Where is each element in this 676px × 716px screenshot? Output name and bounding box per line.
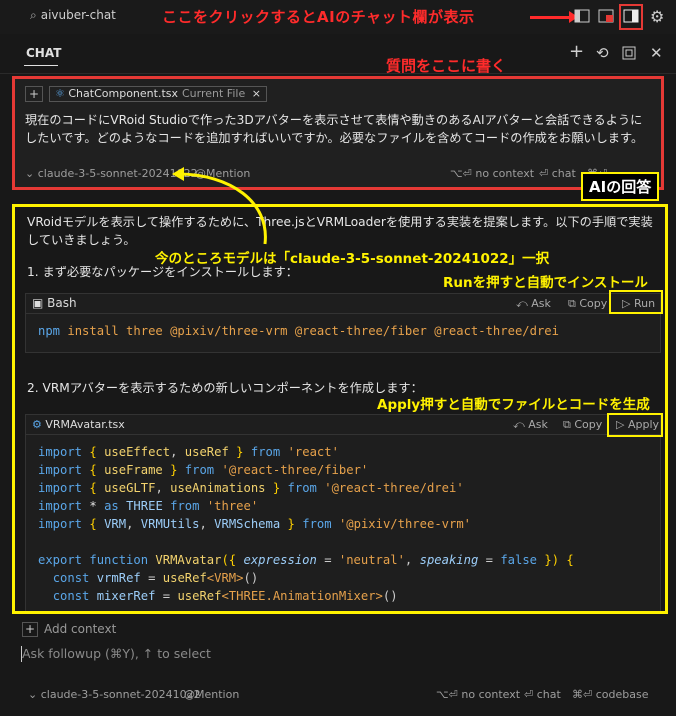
code-line-4: import * as THREE from 'three' bbox=[38, 499, 259, 513]
tab-underline bbox=[24, 65, 58, 66]
add-context-icon[interactable]: + bbox=[25, 86, 43, 102]
react-file-icon: ⚙ bbox=[32, 418, 42, 431]
run-highlight bbox=[609, 290, 663, 314]
composer-chat[interactable]: ⏎ chat bbox=[524, 688, 561, 701]
annotation-question: 質問をここに書く bbox=[386, 57, 507, 75]
new-chat-icon[interactable]: + bbox=[569, 41, 584, 62]
file-chip[interactable]: ⚛ ChatComponent.tsx Current File × bbox=[49, 86, 267, 102]
chat-tab-title[interactable]: CHAT bbox=[26, 46, 61, 60]
tsx-filename: ⚙ VRMAvatar.tsx bbox=[32, 418, 125, 431]
question-footer: ⌄ claude-3-5-sonnet-20241022 @Mention ⌥⏎… bbox=[25, 167, 655, 180]
search-icon: ⌕ bbox=[30, 8, 37, 22]
code-line-7: export function VRMAvatar({ expression =… bbox=[38, 553, 574, 567]
top-bar: ⌕ aivuber-chat ここをクリックするとAIのチャット欄が表示 ⚙ bbox=[0, 0, 676, 34]
plus-icon: + bbox=[22, 622, 38, 637]
code-line-9: const mixerRef = useRef<THREE.AnimationM… bbox=[52, 589, 398, 603]
composer-no-context[interactable]: ⌥⏎ no context bbox=[436, 688, 520, 701]
question-text: 現在のコードにVRoid Studioで作った3Dアバターを表示させて表情や動き… bbox=[25, 113, 644, 145]
annotation-curve-arrow bbox=[172, 167, 267, 245]
answer-intro: VRoidモデルを表示して操作するために、Three.jsとVRMLoaderを… bbox=[27, 215, 653, 247]
tsx-code-block: ⚙ VRMAvatar.tsx ⤺ Ask ⧉ Copy ▷ Apply imp… bbox=[25, 414, 661, 611]
npm-command: npm install three @pixiv/three-vrm @reac… bbox=[38, 324, 559, 338]
composer-model-selector[interactable]: ⌄ claude-3-5-sonnet-20241022 bbox=[28, 688, 201, 701]
tsx-code-header: ⚙ VRMAvatar.tsx ⤺ Ask ⧉ Copy ▷ Apply bbox=[26, 415, 660, 435]
composer-codebase[interactable]: ⌘⏎ codebase bbox=[572, 688, 648, 701]
maximize-icon[interactable] bbox=[622, 46, 636, 60]
composer-mention[interactable]: @Mention bbox=[184, 688, 239, 701]
bash-code-header: ▣ Bash ⤺ Ask ⧉ Copy ▷ Run bbox=[26, 294, 660, 314]
close-icon[interactable]: ✕ bbox=[650, 44, 663, 62]
history-icon[interactable]: ⟲ bbox=[596, 44, 609, 62]
copy-button[interactable]: ⧉ Copy bbox=[568, 297, 607, 311]
code-line-1: import { useEffect, useRef } from 'react… bbox=[38, 445, 339, 459]
add-context-button[interactable]: + Add context bbox=[22, 622, 116, 637]
annotation-run-note: Runを押すと自動でインストール bbox=[443, 275, 648, 291]
bash-label: ▣ Bash bbox=[32, 296, 77, 310]
code-line-3: import { useGLTF, useAnimations } from '… bbox=[38, 481, 464, 495]
code-line-5: import { VRM, VRMUtils, VRMSchema } from… bbox=[38, 517, 472, 531]
layout-sidebar-left-icon[interactable] bbox=[574, 9, 590, 23]
answer-box: VRoidモデルを表示して操作するために、Three.jsとVRMLoaderを… bbox=[12, 204, 668, 614]
annotation-arrow bbox=[530, 11, 578, 23]
annotation-answer: AIの回答 bbox=[581, 172, 660, 201]
followup-input[interactable]: Ask followup (⌘Y), ↑ to select bbox=[22, 646, 211, 661]
no-context-button[interactable]: ⌥⏎ no context bbox=[450, 167, 534, 180]
apply-highlight bbox=[607, 413, 663, 437]
layout-panel-icon[interactable] bbox=[598, 9, 614, 23]
gear-icon[interactable]: ⚙ bbox=[650, 7, 664, 26]
code-line-8: const vrmRef = useRef<VRM>() bbox=[52, 571, 259, 585]
ask-button[interactable]: ⤺ Ask bbox=[516, 297, 551, 311]
file-chip-name: ChatComponent.tsx bbox=[68, 87, 178, 100]
question-box[interactable]: + ⚛ ChatComponent.tsx Current File × 現在のコ… bbox=[12, 76, 664, 190]
bash-code-block: ▣ Bash ⤺ Ask ⧉ Copy ▷ Run npm install th… bbox=[25, 293, 661, 353]
remove-chip-icon[interactable]: × bbox=[252, 87, 261, 100]
answer-step1: 1. まず必要なパッケージをインストールします： bbox=[27, 265, 298, 279]
code-line-2: import { useFrame } from '@react-three/f… bbox=[38, 463, 369, 477]
react-icon: ⚛ bbox=[55, 87, 65, 100]
chat-button[interactable]: ⏎ chat bbox=[539, 167, 576, 180]
file-chip-sub: Current File bbox=[182, 87, 246, 100]
answer-step2: 2. VRMアバターを表示するための新しいコンポーネントを作成します： bbox=[27, 381, 423, 395]
copy-button-2[interactable]: ⧉ Copy bbox=[563, 418, 602, 432]
toggle-highlight bbox=[619, 4, 643, 30]
search-text: aivuber-chat bbox=[40, 8, 116, 22]
annotation-top: ここをクリックするとAIのチャット欄が表示 bbox=[162, 8, 475, 26]
chat-header: CHAT + ⟲ ✕ bbox=[0, 34, 676, 74]
terminal-icon: ▣ bbox=[32, 296, 44, 310]
command-search[interactable]: ⌕ aivuber-chat bbox=[30, 8, 116, 23]
annotation-apply-note: Apply押すと自動でファイルとコードを生成 bbox=[377, 397, 650, 413]
composer-footer: ⌄ claude-3-5-sonnet-20241022 @Mention ⌥⏎… bbox=[28, 688, 668, 701]
ask-button-2[interactable]: ⤺ Ask bbox=[513, 418, 548, 432]
